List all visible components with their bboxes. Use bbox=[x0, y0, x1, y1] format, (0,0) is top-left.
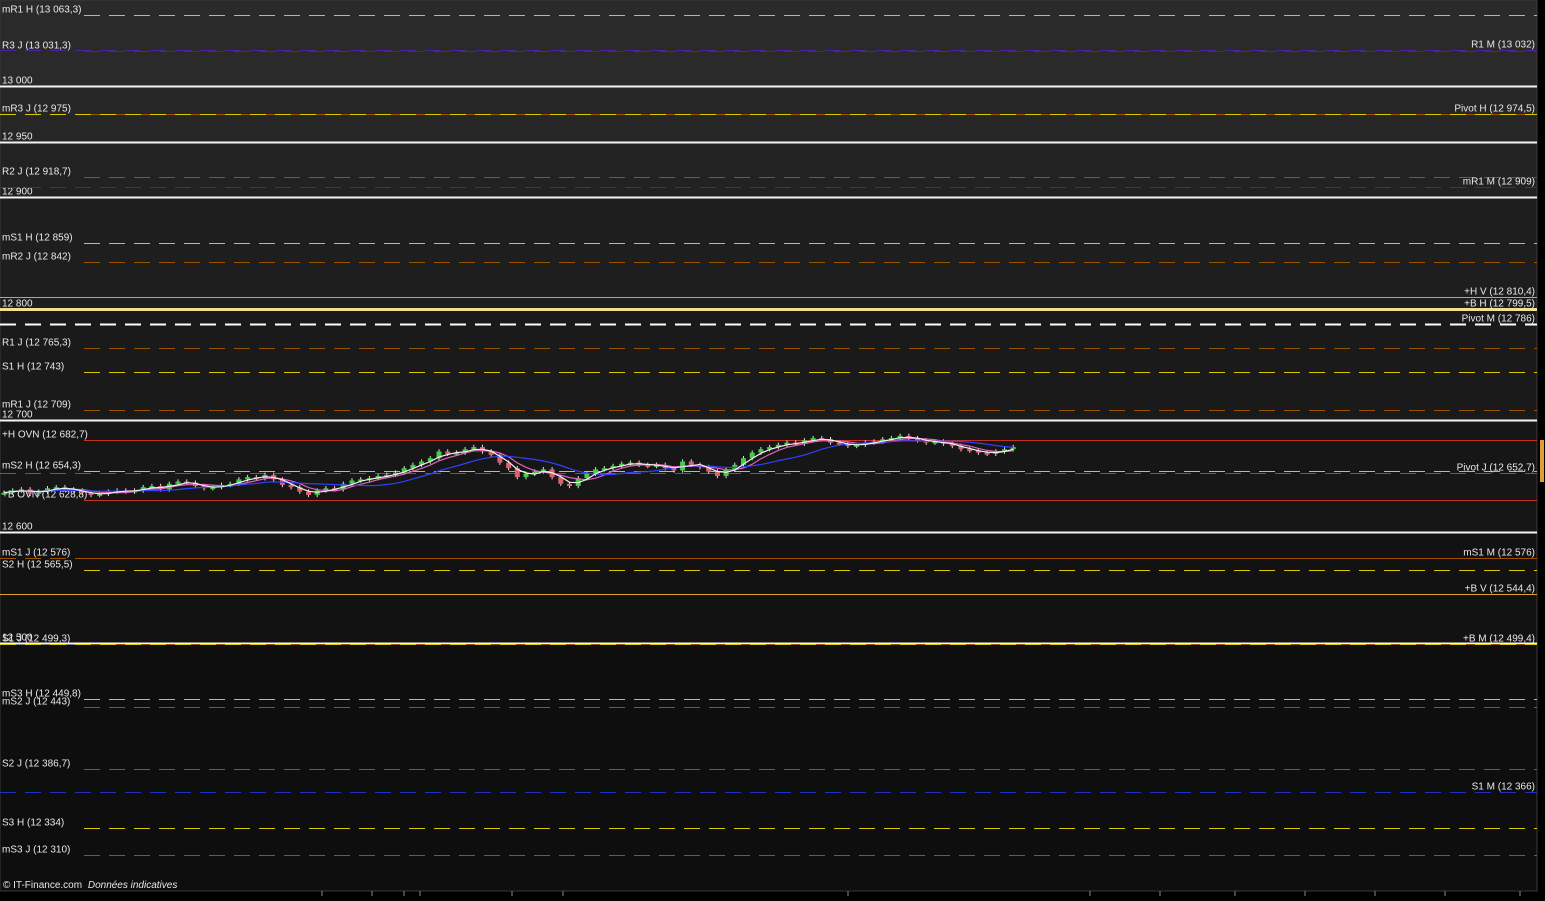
candle-body bbox=[445, 451, 451, 454]
grid-price-label: 12 700 bbox=[2, 410, 33, 421]
level-label: +H OVN (12 682,7) bbox=[2, 430, 88, 441]
grid-price-label: 12 950 bbox=[2, 132, 33, 143]
level-label: mS1 M (12 576) bbox=[1463, 548, 1535, 559]
level-label: +B M (12 499,4) bbox=[1463, 634, 1535, 645]
level-label: mR1 M (12 909) bbox=[1463, 177, 1535, 188]
candle-body bbox=[523, 473, 529, 478]
grid-price-label: 12 800 bbox=[2, 299, 33, 310]
background-band bbox=[0, 531, 1537, 644]
background-band bbox=[0, 420, 1537, 532]
background-band bbox=[0, 197, 1537, 309]
level-label: S2 J (12 386,7) bbox=[2, 759, 70, 770]
level-label: mR2 J (12 842) bbox=[2, 252, 71, 263]
level-label: mS3 J (12 310) bbox=[2, 845, 70, 856]
candle-body bbox=[306, 491, 311, 495]
grid-price-label: 12 900 bbox=[2, 187, 33, 198]
background-band bbox=[0, 0, 1537, 86]
level-label: S2 H (12 565,5) bbox=[2, 560, 73, 571]
level-label: R3 J (13 031,3) bbox=[2, 41, 71, 52]
level-label: R1 M (13 032) bbox=[1471, 40, 1535, 51]
level-label: +H V (12 810,4) bbox=[1464, 287, 1535, 298]
level-label: S1 M (12 366) bbox=[1472, 782, 1535, 793]
level-label: mR3 J (12 975) bbox=[2, 104, 71, 115]
candle-body bbox=[471, 447, 477, 450]
disclaimer-text: Données indicatives bbox=[87, 880, 178, 891]
candle-body bbox=[175, 481, 181, 484]
level-label: mS2 H (12 654,3) bbox=[2, 461, 81, 472]
level-label: +B H (12 799,5) bbox=[1464, 299, 1535, 310]
level-label: mS2 J (12 443) bbox=[2, 697, 70, 708]
level-label: mR1 H (13 063,3) bbox=[2, 5, 81, 16]
background-band bbox=[0, 308, 1537, 421]
level-label: +B V (12 544,4) bbox=[1465, 584, 1535, 595]
level-label: S1 H (12 743) bbox=[2, 362, 64, 373]
candle-body bbox=[984, 452, 990, 455]
level-label: R1 J (12 765,3) bbox=[2, 338, 71, 349]
background-band bbox=[0, 86, 1537, 142]
level-label: mS1 H (12 859) bbox=[2, 233, 73, 244]
level-label: S1 J (12 499,3) bbox=[2, 634, 70, 645]
background-band bbox=[0, 141, 1537, 198]
copyright-text: © IT-Finance.com bbox=[3, 880, 83, 891]
level-label: S3 H (12 334) bbox=[2, 818, 64, 829]
grid-price-label: 12 600 bbox=[2, 522, 33, 533]
chart-area: 13 000 12 950 12 900 12 800 12 700 12 600 12 5… bbox=[0, 0, 1545, 901]
level-label: Pivot J (12 652,7) bbox=[1457, 463, 1535, 474]
level-label: mR1 J (12 709) bbox=[2, 400, 71, 411]
price-marker bbox=[1540, 440, 1544, 482]
candle-body bbox=[567, 483, 572, 487]
candle-body bbox=[688, 461, 694, 465]
level-label: mS1 J (12 576) bbox=[2, 548, 70, 559]
pivot-level-chart: 13 00012 95012 90012 80012 70012 60012 5… bbox=[0, 0, 1544, 896]
level-label: R2 J (12 918,7) bbox=[2, 167, 71, 178]
background-band bbox=[0, 643, 1537, 891]
grid-price-label: 13 000 bbox=[2, 76, 33, 87]
level-label: Pivot H (12 974,5) bbox=[1454, 104, 1535, 115]
level-label: Pivot M (12 786) bbox=[1462, 314, 1535, 325]
candle-body bbox=[245, 477, 251, 480]
footer: © IT-Finance.com Données indicatives bbox=[3, 880, 177, 891]
